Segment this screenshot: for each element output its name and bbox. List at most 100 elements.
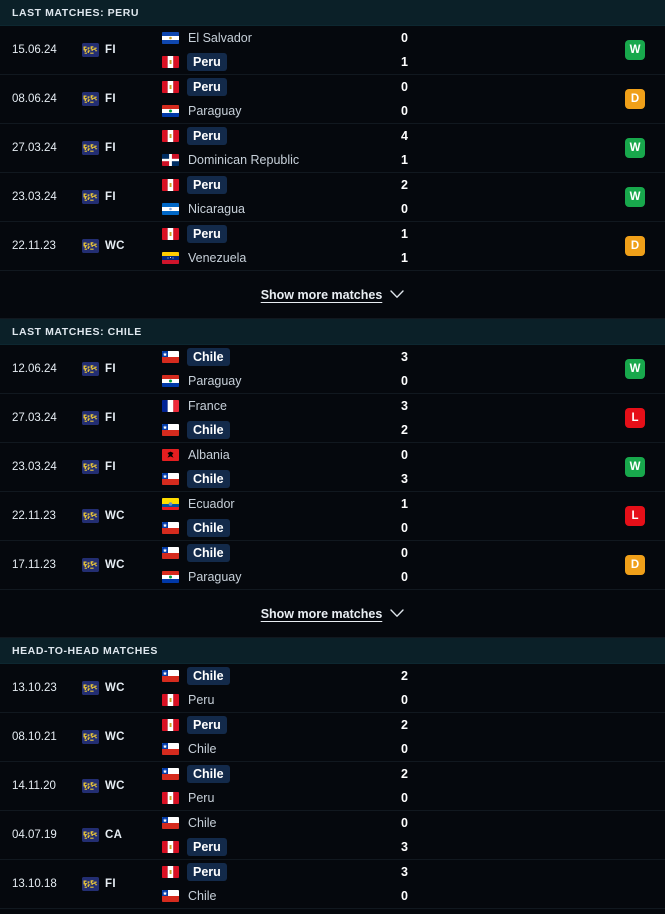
away-team-name[interactable]: Peru xyxy=(187,692,215,708)
home-score: 0 xyxy=(401,80,408,94)
table-row[interactable]: 23.03.24 FI Albania Chile 0 3 W xyxy=(0,443,665,492)
home-team-name[interactable]: Chile xyxy=(187,544,230,562)
away-team-line[interactable]: Chile xyxy=(162,470,395,488)
home-team-line[interactable]: Peru xyxy=(162,127,395,145)
competition-label: FI xyxy=(105,44,116,56)
world-map-icon xyxy=(82,411,99,425)
home-team-line[interactable]: Peru xyxy=(162,225,395,243)
table-row[interactable]: 22.11.23 WC Ecuador Chile 1 0 L xyxy=(0,492,665,541)
competition-cell[interactable]: FI xyxy=(78,173,160,221)
section-header-last-matches-peru: LAST MATCHES: PERU xyxy=(0,0,665,26)
home-team-line[interactable]: Chile xyxy=(162,815,395,831)
flag-icon-peru xyxy=(162,228,179,240)
away-team-line[interactable]: Peru xyxy=(162,838,395,856)
home-team-name[interactable]: El Salvador xyxy=(187,30,253,46)
table-row[interactable]: 27.03.24 FI Peru Dominican Republic 4 1 … xyxy=(0,124,665,173)
competition-cell[interactable]: FI xyxy=(78,443,160,491)
home-team-line[interactable]: Peru xyxy=(162,716,395,734)
away-team-name[interactable]: Paraguay xyxy=(187,103,243,119)
home-score-line: 3 xyxy=(401,398,605,414)
competition-cell[interactable]: FI xyxy=(78,860,160,908)
table-row[interactable]: 04.07.19 CA Chile Peru 0 3 xyxy=(0,811,665,860)
away-team-name[interactable]: Dominican Republic xyxy=(187,152,300,168)
away-team-line[interactable]: Nicaragua xyxy=(162,201,395,217)
home-team-name[interactable]: Chile xyxy=(187,348,230,366)
away-team-name[interactable]: Chile xyxy=(187,421,230,439)
home-team-name[interactable]: Chile xyxy=(187,667,230,685)
home-team-name[interactable]: Peru xyxy=(187,225,227,243)
home-team-line[interactable]: Peru xyxy=(162,78,395,96)
table-row[interactable]: 08.10.21 WC Peru Chile 2 0 xyxy=(0,713,665,762)
table-row[interactable]: 23.03.24 FI Peru Nicaragua 2 0 W xyxy=(0,173,665,222)
home-team-name[interactable]: Peru xyxy=(187,176,227,194)
home-team-name[interactable]: Peru xyxy=(187,78,227,96)
away-team-line[interactable]: Peru xyxy=(162,53,395,71)
home-team-line[interactable]: France xyxy=(162,398,395,414)
away-team-line[interactable]: Chile xyxy=(162,741,395,757)
home-team-name[interactable]: Ecuador xyxy=(187,496,236,512)
home-team-line[interactable]: Peru xyxy=(162,176,395,194)
table-row[interactable]: 22.11.23 WC Peru Venezuela 1 1 D xyxy=(0,222,665,271)
home-team-name[interactable]: Chile xyxy=(187,765,230,783)
table-row[interactable]: 27.03.24 FI France Chile 3 2 L xyxy=(0,394,665,443)
away-team-line[interactable]: Chile xyxy=(162,888,395,904)
away-team-name[interactable]: Venezuela xyxy=(187,250,247,266)
home-team-line[interactable]: El Salvador xyxy=(162,30,395,46)
home-team-name[interactable]: Peru xyxy=(187,716,227,734)
competition-cell[interactable]: WC xyxy=(78,664,160,712)
home-team-line[interactable]: Peru xyxy=(162,863,395,881)
away-team-name[interactable]: Peru xyxy=(187,790,215,806)
away-score-line: 1 xyxy=(401,250,605,266)
table-row[interactable]: 17.11.23 WC Chile Paraguay 0 0 D xyxy=(0,541,665,590)
away-team-name[interactable]: Peru xyxy=(187,53,227,71)
home-team-line[interactable]: Chile xyxy=(162,544,395,562)
competition-cell[interactable]: WC xyxy=(78,222,160,270)
away-team-name[interactable]: Nicaragua xyxy=(187,201,246,217)
home-team-name[interactable]: Chile xyxy=(187,815,218,831)
away-team-line[interactable]: Chile xyxy=(162,519,395,537)
home-team-name[interactable]: France xyxy=(187,398,228,414)
away-team-name[interactable]: Peru xyxy=(187,838,227,856)
away-team-line[interactable]: Venezuela xyxy=(162,250,395,266)
home-team-line[interactable]: Chile xyxy=(162,667,395,685)
away-team-line[interactable]: Paraguay xyxy=(162,373,395,389)
table-row[interactable]: 13.10.18 FI Peru Chile 3 0 xyxy=(0,860,665,909)
competition-cell[interactable]: FI xyxy=(78,345,160,393)
home-team-name[interactable]: Peru xyxy=(187,863,227,881)
competition-cell[interactable]: WC xyxy=(78,713,160,761)
show-more-matches-button[interactable]: Show more matches xyxy=(0,271,665,319)
table-row[interactable]: 15.06.24 FI El Salvador Peru 0 1 W xyxy=(0,26,665,75)
status-badge: D xyxy=(625,89,645,109)
show-more-matches-button[interactable]: Show more matches xyxy=(0,590,665,638)
table-row[interactable]: 08.06.24 FI Peru Paraguay 0 0 D xyxy=(0,75,665,124)
home-team-line[interactable]: Albania xyxy=(162,447,395,463)
competition-cell[interactable]: WC xyxy=(78,541,160,589)
home-team-name[interactable]: Peru xyxy=(187,127,227,145)
competition-cell[interactable]: FI xyxy=(78,75,160,123)
away-team-name[interactable]: Paraguay xyxy=(187,569,243,585)
away-team-line[interactable]: Paraguay xyxy=(162,103,395,119)
away-team-line[interactable]: Peru xyxy=(162,790,395,806)
home-team-name[interactable]: Albania xyxy=(187,447,231,463)
home-team-line[interactable]: Chile xyxy=(162,765,395,783)
competition-cell[interactable]: WC xyxy=(78,492,160,540)
away-team-name[interactable]: Chile xyxy=(187,741,218,757)
away-team-line[interactable]: Dominican Republic xyxy=(162,152,395,168)
competition-cell[interactable]: FI xyxy=(78,26,160,74)
table-row[interactable]: 14.11.20 WC Chile Peru 2 0 xyxy=(0,762,665,811)
competition-cell[interactable]: WC xyxy=(78,762,160,810)
competition-cell[interactable]: FI xyxy=(78,124,160,172)
away-team-name[interactable]: Chile xyxy=(187,470,230,488)
home-team-line[interactable]: Chile xyxy=(162,348,395,366)
away-team-line[interactable]: Peru xyxy=(162,692,395,708)
home-team-line[interactable]: Ecuador xyxy=(162,496,395,512)
competition-cell[interactable]: CA xyxy=(78,811,160,859)
away-team-line[interactable]: Paraguay xyxy=(162,569,395,585)
away-team-name[interactable]: Chile xyxy=(187,888,218,904)
away-team-line[interactable]: Chile xyxy=(162,421,395,439)
table-row[interactable]: 12.06.24 FI Chile Paraguay 3 0 W xyxy=(0,345,665,394)
away-team-name[interactable]: Paraguay xyxy=(187,373,243,389)
competition-cell[interactable]: FI xyxy=(78,394,160,442)
table-row[interactable]: 13.10.23 WC Chile Peru 2 0 xyxy=(0,664,665,713)
away-team-name[interactable]: Chile xyxy=(187,519,230,537)
